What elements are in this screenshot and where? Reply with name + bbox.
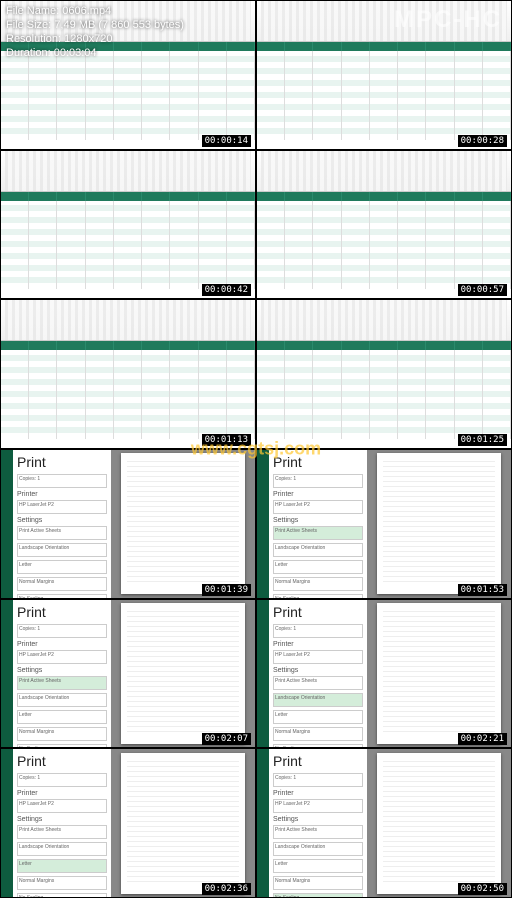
thumb-5[interactable]: 00:01:13: [0, 299, 256, 449]
print-heading: Print: [17, 454, 107, 470]
preview-page: [121, 453, 245, 594]
thumb-12[interactable]: Print Copies: 1 Printer HP LaserJet P2 S…: [256, 748, 512, 898]
player-logo: MPC-HC: [394, 6, 502, 34]
print-settings-panel: Print Copies: 1 Printer HP LaserJet P2 S…: [13, 450, 111, 598]
settings-section-label: Settings: [17, 517, 107, 524]
thumb-8[interactable]: Print Copies: 1 Printer HP LaserJet P2 S…: [256, 449, 512, 599]
file-info-overlay: File Name: 0606.mp4 File Size: 7,49 MB (…: [6, 4, 184, 60]
print-what-select: Print Active Sheets: [17, 526, 107, 540]
thumb-10[interactable]: Print Copies: 1 Printer HP LaserJet P2 S…: [256, 599, 512, 749]
orientation-select: Landscape Orientation: [17, 543, 107, 557]
paper-select: Letter: [17, 560, 107, 574]
print-preview-area: [111, 450, 255, 598]
thumb-3[interactable]: 00:00:42: [0, 150, 256, 300]
thumbnail-grid: 00:00:14 00:00:28 00:00:42 00:00:57 00:0: [0, 0, 512, 898]
printer-select: HP LaserJet P2: [17, 500, 107, 514]
print-nav-sidebar: [1, 450, 13, 598]
printer-section-label: Printer: [17, 491, 107, 498]
thumb-9[interactable]: Print Copies: 1 Printer HP LaserJet P2 S…: [0, 599, 256, 749]
margins-select: Normal Margins: [17, 577, 107, 591]
thumb-6[interactable]: 00:01:25: [256, 299, 512, 449]
copies-field: Copies: 1: [17, 474, 107, 488]
thumb-4[interactable]: 00:00:57: [256, 150, 512, 300]
thumb-7[interactable]: Print Copies: 1 Printer HP LaserJet P2 S…: [0, 449, 256, 599]
thumb-11[interactable]: Print Copies: 1 Printer HP LaserJet P2 S…: [0, 748, 256, 898]
timestamp: 00:00:14: [202, 135, 251, 147]
